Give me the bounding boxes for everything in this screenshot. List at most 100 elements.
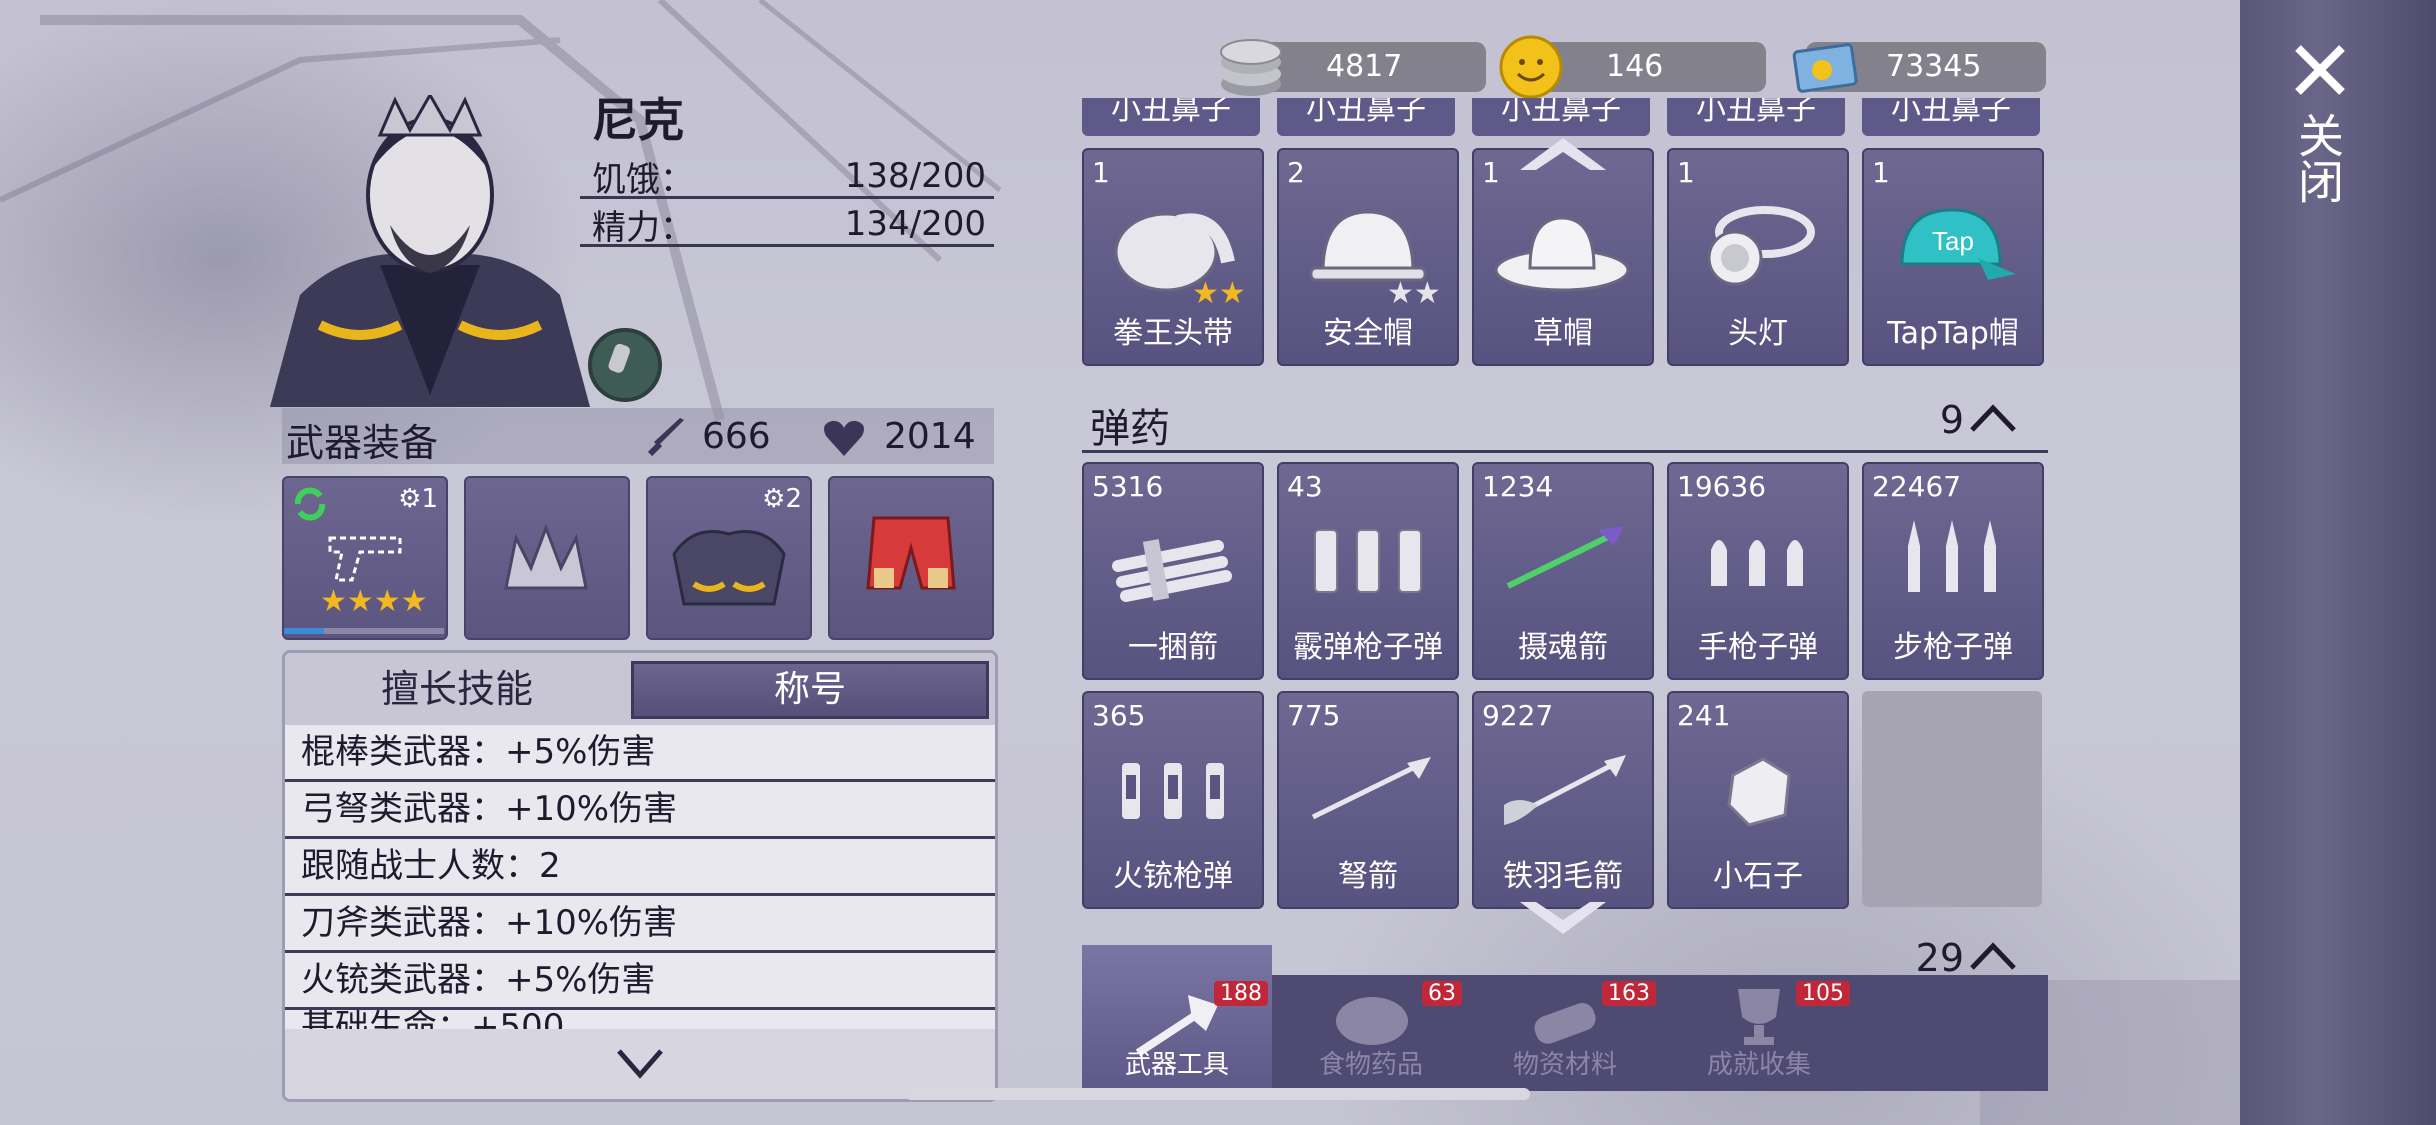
item-name: 小丑鼻子: [1111, 98, 1231, 127]
armor-icon: [672, 530, 786, 606]
musket-balls-icon: [1122, 763, 1224, 819]
item-slot[interactable]: 1 头灯: [1667, 148, 1849, 366]
ticket-icon: [1792, 43, 1858, 93]
item-count: 1: [1092, 156, 1110, 189]
pistol-outline-icon: [328, 536, 402, 582]
item-name: 小丑鼻子: [1306, 98, 1426, 127]
skill-row: 弓弩类武器：+10%伤害: [285, 782, 995, 839]
armor-gear-level: 2: [785, 484, 802, 514]
weapon-stars: ★★★★: [320, 584, 428, 619]
energy-value: 134/200: [844, 204, 986, 244]
collapse-icon[interactable]: [1968, 942, 2018, 972]
item-slot[interactable]: 1234 摄魂箭: [1472, 462, 1654, 680]
tab-title[interactable]: 称号: [631, 661, 989, 719]
item-slot[interactable]: 22467 步枪子弹: [1862, 462, 2044, 680]
meat-icon: [1336, 997, 1408, 1045]
skill-text: 弓弩类武器：+10%伤害: [301, 789, 678, 829]
character-name: 尼克: [592, 93, 684, 147]
weapon-slot[interactable]: ⚙1 ★★★★: [282, 476, 448, 640]
item-slot[interactable]: 241 小石子: [1667, 691, 1849, 909]
shotgun-shells-icon: [1314, 529, 1422, 593]
gold-coin-icon: [1499, 35, 1563, 99]
item-name: 小丑鼻子: [1501, 98, 1621, 127]
item-name: 铁羽毛箭: [1503, 859, 1623, 894]
chevron-down-icon[interactable]: [615, 1043, 665, 1083]
item-name: 小丑鼻子: [1891, 98, 2011, 127]
item-slot[interactable]: 1 草帽: [1472, 148, 1654, 366]
item-name: 弩箭: [1338, 859, 1398, 894]
item-partial[interactable]: 小丑鼻子: [1277, 98, 1455, 136]
item-slot[interactable]: 2 ★★ 安全帽: [1277, 148, 1459, 366]
item-partial[interactable]: 小丑鼻子: [1082, 98, 1260, 136]
tools-section-count: 29: [1915, 936, 1964, 978]
item-stars: ★★: [1192, 276, 1246, 311]
item-count: 9227: [1482, 699, 1554, 732]
item-count: 19636: [1677, 470, 1767, 503]
skill-text: 火铳类武器：+5%伤害: [301, 960, 656, 1000]
item-slot[interactable]: 365 火铳枪弹: [1082, 691, 1264, 909]
gold-value: 146: [1606, 49, 1664, 84]
chevron-up-icon[interactable]: [1520, 134, 1606, 174]
tab-label: 食物药品: [1318, 1050, 1423, 1080]
tab-weapons-tools[interactable]: 188 武器工具: [1082, 945, 1272, 1091]
item-partial[interactable]: 小丑鼻子: [1667, 98, 1845, 136]
item-name: 拳王头带: [1113, 316, 1233, 351]
close-icon[interactable]: [2290, 40, 2350, 100]
item-count: 241: [1677, 699, 1731, 732]
item-count: 2: [1287, 156, 1305, 189]
skill-row: 棍棒类武器：+5%伤害: [285, 725, 995, 782]
item-slot[interactable]: 5316 一捆箭: [1082, 462, 1264, 680]
shorts-icon: [866, 516, 956, 590]
item-slot[interactable]: 19636 手枪子弹: [1667, 462, 1849, 680]
item-slot[interactable]: 43 霰弹枪子弹: [1277, 462, 1459, 680]
health-value: 2014: [884, 416, 976, 457]
equipment-header: 武器装备 666 2014: [282, 408, 994, 465]
close-label[interactable]: 关闭: [2291, 112, 2346, 204]
gold-currency: 146: [1499, 35, 1766, 99]
tab-skills[interactable]: 擅长技能: [285, 653, 629, 725]
tab-food-medicine[interactable]: 63 食物药品: [1276, 975, 1466, 1091]
collapse-icon[interactable]: [1968, 404, 2018, 434]
armor-slot[interactable]: ⚙2: [646, 476, 812, 640]
empty-slot: [1862, 691, 2042, 907]
item-count: 22467: [1872, 470, 1962, 503]
skill-text: 跟随战士人数：2: [301, 846, 561, 886]
tab-materials[interactable]: 163 物资材料: [1470, 975, 1660, 1091]
tab-badge: 105: [1796, 981, 1850, 1006]
home-indicator: [905, 1088, 1530, 1100]
item-name: 手枪子弹: [1698, 630, 1818, 665]
hunger-value: 138/200: [844, 156, 986, 196]
item-slot[interactable]: 1 Tap TapTap帽: [1862, 148, 2044, 366]
item-count: 43: [1287, 470, 1323, 503]
ticket-currency: 73345: [1792, 42, 2046, 93]
energy-label: 精力：: [592, 208, 694, 248]
item-partial[interactable]: 小丑鼻子: [1472, 98, 1650, 136]
ammo-section-header[interactable]: 弹药 9: [1082, 390, 2048, 453]
helmet-slot[interactable]: [464, 476, 630, 640]
feather-arrow-icon: [1504, 755, 1626, 825]
item-partial[interactable]: 小丑鼻子: [1862, 98, 2040, 136]
skill-row: 跟随战士人数：2: [285, 839, 995, 896]
item-name: 草帽: [1533, 316, 1593, 351]
item-count: 775: [1287, 699, 1341, 732]
gear-icon: ⚙2: [762, 484, 802, 514]
item-slot[interactable]: 9227 铁羽毛箭: [1472, 691, 1654, 909]
item-slot[interactable]: 1 ★★ 拳王头带: [1082, 148, 1264, 366]
bandage-icon: [608, 343, 630, 373]
tab-achievements[interactable]: 105 成就收集: [1664, 975, 1854, 1091]
bottom-tab-bar: 188 武器工具 63 食物药品 163 物资材料 105 成就收集: [1082, 945, 2048, 1091]
item-name: 霰弹枪子弹: [1293, 630, 1443, 665]
item-count: 5316: [1092, 470, 1164, 503]
arrow-bundle-icon: [1112, 539, 1232, 602]
item-slot[interactable]: 775 弩箭: [1277, 691, 1459, 909]
item-name: 头灯: [1728, 316, 1788, 351]
skill-text: 棍棒类武器：+5%伤害: [301, 732, 656, 772]
skill-text: 刀斧类武器：+10%伤害: [301, 903, 678, 943]
pebble-icon: [1727, 757, 1791, 827]
hunger-label: 饥饿：: [592, 160, 694, 200]
pants-slot[interactable]: [828, 476, 994, 640]
character-portrait: [270, 95, 590, 407]
item-stars: ★★: [1387, 276, 1441, 311]
character-badge-button[interactable]: [588, 328, 662, 402]
tab-badge: 163: [1602, 981, 1656, 1006]
